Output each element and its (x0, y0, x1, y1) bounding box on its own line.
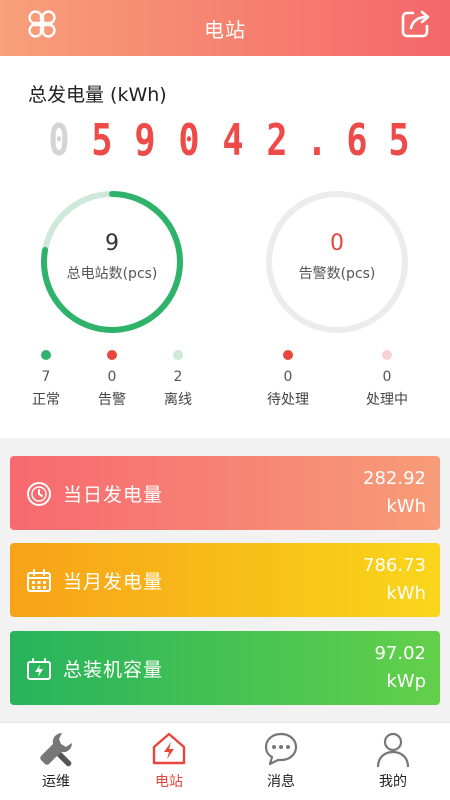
alarm-count-ring[interactable]: 0 告警数(pcs) (262, 187, 412, 337)
share-icon[interactable] (398, 5, 434, 41)
energy-digit: . (306, 115, 328, 166)
wrench-icon (40, 732, 73, 767)
energy-digit: 2 (266, 115, 288, 166)
monthly-energy-title: 当月发电量 (63, 571, 164, 593)
alarm-ring-chart (266, 191, 408, 333)
tab-operations[interactable]: 运维 (16, 723, 96, 800)
processing-status-dot (382, 350, 392, 360)
energy-digit: 5 (388, 115, 410, 166)
monthly-energy-value: 786.73 (363, 555, 426, 576)
tab-label: 电站 (155, 774, 183, 790)
legend-label: 待处理 (267, 392, 309, 408)
energy-digit: 5 (91, 115, 113, 166)
capacity-title: 总装机容量 (63, 659, 164, 681)
legend-processing: 0 处理中 (347, 350, 427, 409)
legend-label: 离线 (164, 392, 192, 408)
normal-status-dot (41, 350, 51, 360)
clover-menu-icon[interactable] (24, 6, 60, 42)
station-count-label: 总电站数(pcs) (66, 266, 158, 282)
legend-value: 0 (283, 369, 293, 385)
tab-profile[interactable]: 我的 (353, 723, 433, 800)
daily-energy-unit: kWh (386, 496, 426, 517)
energy-digit: 9 (134, 115, 156, 166)
legend-offline: 2 离线 (138, 350, 218, 409)
page-title: 电站 (204, 17, 246, 42)
energy-digit: 0 (178, 115, 200, 166)
station-home-icon (152, 732, 186, 765)
battery-icon (27, 658, 51, 680)
offline-status-dot (173, 350, 183, 360)
monthly-energy-unit: kWh (386, 583, 426, 604)
tab-label: 消息 (267, 774, 295, 790)
daily-energy-value: 282.92 (363, 468, 426, 489)
clock-icon (27, 482, 51, 506)
alarm-status-dot (107, 350, 117, 360)
capacity-card[interactable]: 总装机容量 97.02 kWp (10, 631, 440, 705)
pending-status-dot (283, 350, 293, 360)
tab-station[interactable]: 电站 (129, 723, 209, 800)
total-energy-display: 0 5 9 0 4 2 . 6 5 (42, 116, 412, 166)
energy-digit: 4 (222, 115, 244, 166)
legend-value: 0 (382, 369, 392, 385)
capacity-unit: kWp (386, 671, 426, 692)
alarm-ring-track (266, 191, 408, 333)
daily-energy-card[interactable]: 当日发电量 282.92 kWh (10, 456, 440, 530)
tab-messages[interactable]: 消息 (241, 723, 321, 800)
message-icon (264, 732, 298, 766)
monthly-energy-card[interactable]: 当月发电量 786.73 kWh (10, 543, 440, 617)
energy-digit: 0 (48, 115, 70, 166)
legend-pending: 0 待处理 (248, 350, 328, 409)
alarm-count: 0 (330, 231, 344, 256)
app-header: 电站 (0, 0, 450, 56)
daily-energy-title: 当日发电量 (63, 484, 164, 506)
energy-digit: 6 (346, 115, 368, 166)
total-energy-label: 总发电量 (kWh) (28, 84, 167, 106)
legend-value: 2 (173, 369, 183, 385)
tab-label: 我的 (379, 774, 407, 790)
tab-label: 运维 (42, 774, 70, 790)
station-count-ring[interactable]: 9 总电站数(pcs) (37, 187, 187, 337)
user-icon (376, 732, 410, 768)
station-count: 9 (105, 231, 119, 256)
calendar-icon (27, 569, 51, 592)
bottom-tab-bar: 运维 电站 消息 我的 (0, 722, 450, 800)
alarm-count-label: 告警数(pcs) (298, 266, 376, 282)
summary-card: 总发电量 (kWh) 0 5 9 0 4 2 . 6 5 9 总电站数(pcs)… (0, 56, 450, 438)
capacity-value: 97.02 (374, 643, 426, 664)
legend-label: 处理中 (366, 392, 408, 408)
station-ring-chart (41, 191, 183, 333)
